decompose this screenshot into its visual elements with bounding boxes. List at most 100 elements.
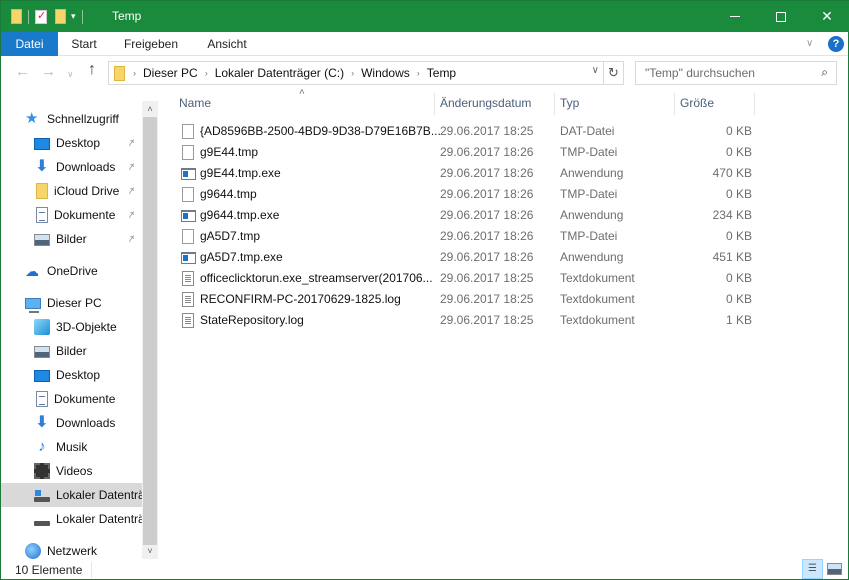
sidebar-item-bilder-pc[interactable]: Bilder bbox=[1, 339, 142, 363]
recent-locations-button[interactable]: ∨ bbox=[67, 69, 74, 80]
file-row[interactable]: g9644.tmp 29.06.2017 18:26 TMP-Datei 0 KB bbox=[174, 184, 754, 205]
sidebar-item-lokaler-datentraeger-c[interactable]: Lokaler Datenträger (C:) bbox=[1, 483, 142, 507]
up-button[interactable]: ↑ bbox=[88, 61, 96, 79]
close-icon: ✕ bbox=[821, 8, 833, 24]
sidebar-scrollbar[interactable]: ˄ ˅ bbox=[142, 101, 158, 559]
separator bbox=[28, 9, 29, 24]
explorer-window: ▾ Temp ✕ Datei Start Freigeben Ansicht ∨… bbox=[0, 0, 849, 580]
back-button[interactable]: ← bbox=[15, 63, 30, 80]
file-row[interactable]: officeclicktorun.exe_streamserver(201706… bbox=[174, 268, 754, 289]
tab-start[interactable]: Start bbox=[61, 32, 107, 56]
maximize-button[interactable] bbox=[758, 1, 804, 32]
column-divider[interactable] bbox=[754, 93, 755, 115]
sidebar-item-3d-objekte[interactable]: 3D-Objekte bbox=[1, 315, 142, 339]
column-header-name[interactable]: Name bbox=[174, 89, 434, 117]
search-box: ⌕ bbox=[635, 61, 837, 85]
file-size: 0 KB bbox=[725, 187, 752, 201]
ribbon-expand-icon[interactable]: ∨ bbox=[806, 38, 813, 49]
address-bar[interactable]: › Dieser PC › Lokaler Datenträger (C:) ›… bbox=[108, 61, 624, 85]
file-row[interactable]: gA5D7.tmp 29.06.2017 18:26 TMP-Datei 0 KB bbox=[174, 226, 754, 247]
breadcrumb-drive-c[interactable]: Lokaler Datenträger (C:) bbox=[215, 66, 344, 80]
scroll-down-icon[interactable]: ˅ bbox=[142, 543, 158, 559]
details-view-button[interactable]: ☰ bbox=[802, 559, 823, 579]
column-header-size[interactable]: Größe bbox=[675, 89, 755, 117]
sidebar-item-videos[interactable]: Videos bbox=[1, 459, 142, 483]
minimize-icon bbox=[730, 16, 740, 17]
pin-icon[interactable]: † bbox=[125, 233, 136, 245]
folder-icon bbox=[36, 183, 48, 199]
properties-icon[interactable] bbox=[35, 9, 47, 24]
pc-icon bbox=[25, 298, 41, 313]
breadcrumb-separator[interactable]: › bbox=[133, 68, 136, 78]
refresh-button[interactable]: ↻ bbox=[603, 62, 623, 84]
scroll-up-icon[interactable]: ˄ bbox=[142, 101, 158, 117]
tab-datei[interactable]: Datei bbox=[1, 32, 58, 56]
sidebar-item-label: Dokumente bbox=[54, 208, 116, 222]
file-size: 0 KB bbox=[725, 292, 752, 306]
help-icon[interactable]: ? bbox=[828, 36, 844, 52]
scrollbar-thumb[interactable] bbox=[143, 117, 157, 545]
file-row[interactable]: g9E44.tmp.exe 29.06.2017 18:26 Anwendung 47… bbox=[174, 163, 754, 184]
sidebar-item-label: Desktop bbox=[56, 368, 101, 382]
pin-icon[interactable]: † bbox=[125, 161, 136, 173]
file-name: RECONFIRM-PC-20170629-1825.log bbox=[200, 292, 401, 306]
sidebar-item-label: Schnellzugriff bbox=[47, 112, 119, 126]
breadcrumb-dieser-pc[interactable]: Dieser PC bbox=[143, 66, 198, 80]
breadcrumb-separator[interactable]: › bbox=[417, 68, 420, 78]
download-icon: ⬇ bbox=[35, 158, 49, 175]
breadcrumb-temp[interactable]: Temp bbox=[427, 66, 456, 80]
sidebar-item-label: OneDrive bbox=[47, 264, 98, 278]
sidebar-item-downloads-pc[interactable]: ⬇ Downloads bbox=[1, 411, 142, 435]
sidebar-item-label: Lokaler Datenträger (D:) bbox=[56, 512, 142, 526]
large-icons-view-button[interactable] bbox=[827, 563, 842, 575]
minimize-button[interactable] bbox=[712, 1, 758, 32]
close-button[interactable]: ✕ bbox=[804, 1, 849, 32]
column-header-date[interactable]: Änderungsdatum bbox=[435, 89, 555, 117]
file-name: StateRepository.log bbox=[200, 313, 304, 327]
application-icon bbox=[181, 252, 196, 264]
forward-button[interactable]: → bbox=[41, 63, 56, 80]
application-icon bbox=[181, 168, 196, 180]
sidebar-item-desktop-pc[interactable]: Desktop bbox=[1, 363, 142, 387]
file-date: 29.06.2017 18:25 bbox=[440, 271, 534, 285]
file-name: g9E44.tmp.exe bbox=[200, 166, 281, 180]
text-document-icon bbox=[182, 292, 194, 307]
sidebar-item-label: Desktop bbox=[56, 136, 101, 150]
sidebar-item-label: Lokaler Datenträger (C:) bbox=[56, 488, 142, 502]
desktop-icon bbox=[34, 370, 50, 382]
column-header-type[interactable]: Typ bbox=[555, 89, 675, 117]
breadcrumb-separator[interactable]: › bbox=[205, 68, 208, 78]
sidebar-item-netzwerk[interactable]: Netzwerk bbox=[1, 539, 142, 559]
sidebar-item-bilder[interactable]: Bilder † bbox=[1, 227, 142, 251]
search-icon[interactable]: ⌕ bbox=[821, 65, 828, 80]
customize-dropdown-icon[interactable]: ▾ bbox=[71, 11, 76, 22]
search-input[interactable] bbox=[636, 62, 806, 84]
new-folder-icon[interactable] bbox=[55, 9, 66, 24]
tab-freigeben[interactable]: Freigeben bbox=[114, 32, 188, 56]
sidebar-item-dokumente[interactable]: Dokumente † bbox=[1, 203, 142, 227]
pin-icon[interactable]: † bbox=[125, 185, 136, 197]
tab-ansicht[interactable]: Ansicht bbox=[197, 32, 257, 56]
sidebar-item-downloads[interactable]: ⬇ Downloads † bbox=[1, 155, 142, 179]
file-row[interactable]: {AD8596BB-2500-4BD9-9D38-D79E16B7B... 29.… bbox=[174, 121, 754, 142]
sidebar-item-dieser-pc[interactable]: Dieser PC bbox=[1, 291, 142, 315]
sidebar-item-onedrive[interactable]: ☁ OneDrive bbox=[1, 259, 142, 283]
breadcrumb-windows[interactable]: Windows bbox=[361, 66, 410, 80]
pin-icon[interactable]: † bbox=[125, 137, 136, 149]
sidebar-item-icloud-drive[interactable]: iCloud Drive † bbox=[1, 179, 142, 203]
file-row[interactable]: gA5D7.tmp.exe 29.06.2017 18:26 Anwendung 45… bbox=[174, 247, 754, 268]
pin-icon[interactable]: † bbox=[125, 209, 136, 221]
breadcrumb-separator[interactable]: › bbox=[351, 68, 354, 78]
sidebar-item-musik[interactable]: ♪ Musik bbox=[1, 435, 142, 459]
file-row[interactable]: RECONFIRM-PC-20170629-1825.log 29.06.2017… bbox=[174, 289, 754, 310]
sidebar-item-schnellzugriff[interactable]: ★ Schnellzugriff bbox=[1, 107, 142, 131]
sidebar-item-desktop[interactable]: Desktop † bbox=[1, 131, 142, 155]
sidebar-item-lokaler-datentraeger-d[interactable]: Lokaler Datenträger (D:) bbox=[1, 507, 142, 531]
file-row[interactable]: StateRepository.log 29.06.2017 18:25 Textd… bbox=[174, 310, 754, 331]
separator bbox=[81, 9, 83, 24]
pictures-icon bbox=[34, 234, 50, 246]
file-row[interactable]: g9644.tmp.exe 29.06.2017 18:26 Anwendung 23… bbox=[174, 205, 754, 226]
sidebar-item-dokumente-pc[interactable]: Dokumente bbox=[1, 387, 142, 411]
file-row[interactable]: g9E44.tmp 29.06.2017 18:26 TMP-Datei 0 KB bbox=[174, 142, 754, 163]
address-dropdown-icon[interactable]: ∨ bbox=[592, 65, 599, 76]
